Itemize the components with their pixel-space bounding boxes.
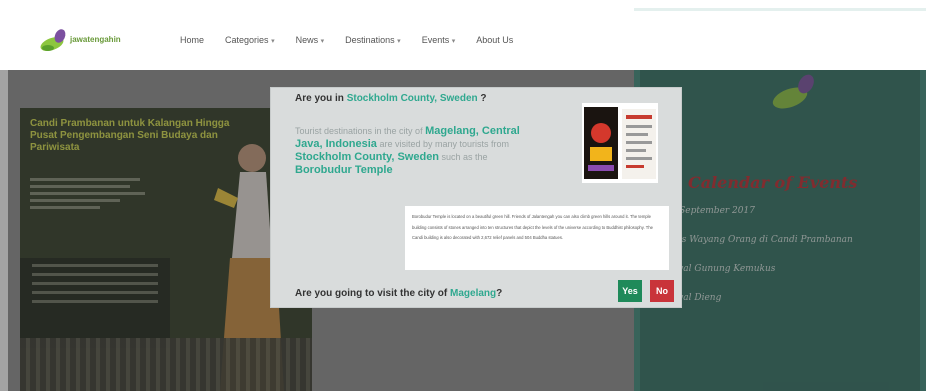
no-button[interactable]: No (650, 280, 674, 302)
site-header: jawatengahin Home Categories ▾ News ▾ De… (0, 0, 926, 70)
question-suffix: ? (477, 93, 487, 104)
logo-text: jawatengahin (70, 35, 121, 44)
desc-place: Borobudur Temple (295, 164, 393, 176)
detected-location: Stockholm County, Sweden (346, 93, 478, 104)
site-logo[interactable]: jawatengahin (38, 26, 128, 56)
chevron-down-icon: ▾ (451, 38, 456, 45)
nav-news[interactable]: News ▾ (296, 35, 325, 45)
location-question: Are you in Stockholm County, Sweden ? (295, 93, 487, 104)
nav-destinations[interactable]: Destinations ▾ (345, 35, 401, 45)
nav-events-label: Events (421, 35, 450, 45)
question-prefix: Are you in (295, 93, 347, 104)
main-nav: Home Categories ▾ News ▾ Destinations ▾ … (180, 35, 513, 45)
desc-text: Tourist destinations in the city of (295, 126, 426, 136)
visit-suffix: ? (496, 288, 503, 299)
visit-question: Are you going to visit the city of Magel… (295, 288, 502, 299)
nav-home-label: Home (180, 35, 205, 45)
visit-prefix: Are you going to visit the city of (295, 288, 451, 299)
chevron-down-icon: ▾ (320, 38, 325, 45)
nav-news-label: News (295, 35, 319, 45)
desc-origin: Stockholm County, Sweden (295, 151, 440, 163)
destination-info-box: Borobudur Temple is located on a beautif… (405, 206, 669, 270)
desc-text: such as the (439, 152, 488, 162)
nav-about-us-label: About Us (476, 35, 514, 45)
event-poster-image (582, 103, 658, 183)
header-accent-line (634, 8, 926, 11)
nav-categories-label: Categories (225, 35, 269, 45)
visit-city: Magelang (450, 288, 497, 299)
nav-home[interactable]: Home (180, 35, 204, 45)
desc-text: are visited by many tourists from (376, 139, 509, 149)
chevron-down-icon: ▾ (397, 38, 401, 45)
chevron-down-icon: ▾ (271, 38, 275, 45)
location-modal: Are you in Stockholm County, Sweden ? To… (270, 87, 682, 308)
yes-button[interactable]: Yes (618, 280, 642, 302)
nav-events[interactable]: Events ▾ (422, 35, 456, 45)
logo-leaf-icon (40, 29, 66, 51)
destination-description: Tourist destinations in the city of Mage… (295, 125, 545, 177)
nav-categories[interactable]: Categories ▾ (225, 35, 275, 45)
nav-destinations-label: Destinations (345, 35, 395, 45)
nav-about-us[interactable]: About Us (476, 35, 513, 45)
destination-info-text: Borobudur Temple is located on a beautif… (412, 214, 654, 241)
